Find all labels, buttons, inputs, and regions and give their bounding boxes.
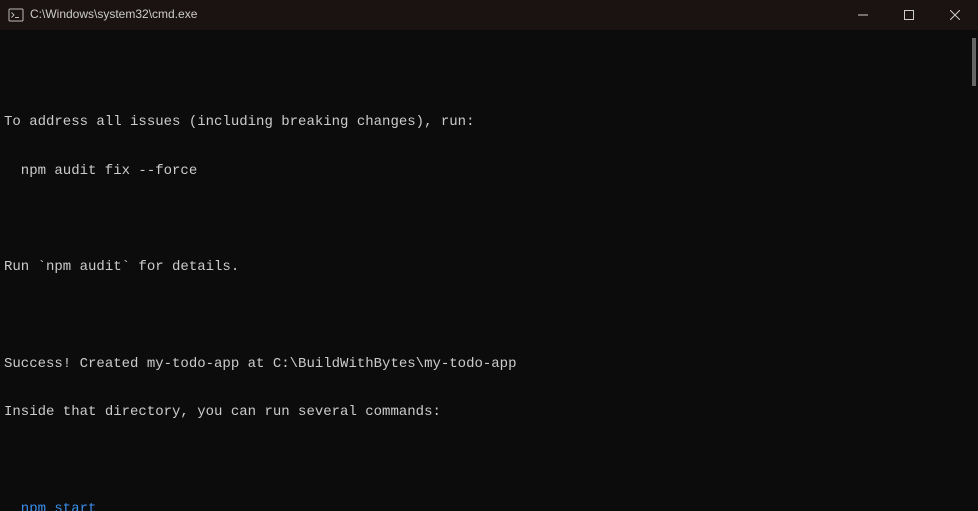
window-titlebar: C:\Windows\system32\cmd.exe (0, 0, 978, 30)
window-controls (840, 0, 978, 30)
cmd-icon (8, 7, 24, 23)
window-title: C:\Windows\system32\cmd.exe (30, 8, 197, 22)
output-line: Inside that directory, you can run sever… (4, 404, 974, 420)
close-button[interactable] (932, 0, 978, 30)
output-line: Success! Created my-todo-app at C:\Build… (4, 356, 974, 372)
maximize-button[interactable] (886, 0, 932, 30)
terminal-output[interactable]: To address all issues (including breakin… (0, 30, 978, 511)
output-line: To address all issues (including breakin… (4, 114, 974, 130)
titlebar-left: C:\Windows\system32\cmd.exe (0, 7, 197, 23)
command-text: npm start (21, 501, 97, 511)
minimize-button[interactable] (840, 0, 886, 30)
output-line: Run `npm audit` for details. (4, 259, 974, 275)
scrollbar-thumb[interactable] (972, 38, 976, 86)
output-line: npm audit fix --force (4, 163, 974, 179)
